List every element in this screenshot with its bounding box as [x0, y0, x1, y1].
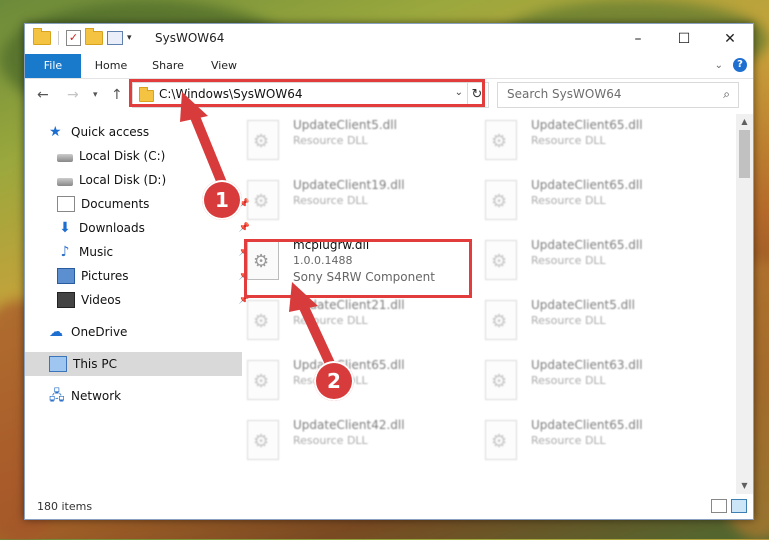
minimize-button[interactable]: – — [615, 24, 661, 54]
ribbon-tabs: File Home Share View ⌄ ? — [25, 54, 753, 79]
close-button[interactable]: ✕ — [707, 24, 753, 54]
scroll-thumb[interactable] — [739, 130, 750, 178]
dll-file-icon: ⚙ — [485, 240, 517, 280]
list-item[interactable]: ⚙ UpdateClient21.dll Resource DLL — [221, 294, 451, 350]
new-folder-icon[interactable] — [85, 28, 103, 45]
music-icon: ♪ — [60, 244, 70, 260]
address-row: ← → ▾ ↑ C:\Windows\SysWOW64 ⌄ ↻ Search S… — [25, 79, 753, 113]
window-title: SysWOW64 — [155, 31, 225, 45]
chevron-down-icon[interactable]: ▾ — [127, 33, 132, 43]
title-bar: ✓ ▾ SysWOW64 – ☐ ✕ — [25, 24, 753, 54]
star-icon: ★ — [49, 124, 62, 140]
dll-file-icon: ⚙ — [247, 360, 279, 400]
list-item[interactable]: ⚙ UpdateClient63.dll Resource DLL — [459, 354, 689, 410]
search-input[interactable]: Search SysWOW64 ⌕ — [497, 82, 739, 108]
sidebar-item-music[interactable]: ♪ Music 📌 — [25, 240, 252, 264]
step-1-badge: 1 — [202, 180, 242, 220]
annotation-file-highlight — [244, 239, 472, 298]
dll-file-icon: ⚙ — [247, 120, 279, 160]
large-icons-view-icon[interactable] — [731, 499, 747, 513]
disk-icon — [57, 177, 73, 186]
scroll-down-icon[interactable]: ▼ — [736, 478, 753, 494]
item-count: 180 items — [37, 500, 93, 513]
properties-check-icon[interactable]: ✓ — [66, 30, 81, 46]
details-view-icon[interactable] — [711, 499, 727, 513]
navigation-pane: ★ Quick access Local Disk (C:) Local Dis… — [25, 114, 250, 494]
maximize-button[interactable]: ☐ — [661, 24, 707, 54]
status-bar: 180 items — [25, 495, 753, 519]
tab-file[interactable]: File — [25, 54, 81, 78]
search-icon: ⌕ — [723, 87, 730, 101]
list-item[interactable]: ⚙ UpdateClient65.dll Resource DLL — [459, 414, 689, 470]
dll-file-icon: ⚙ — [485, 120, 517, 160]
file-list: ⚙ UpdateClient5.dll Resource DLL ⚙ Updat… — [221, 114, 735, 494]
customize-icon[interactable] — [107, 31, 123, 45]
help-icon[interactable]: ? — [733, 58, 747, 72]
quick-access-toolbar: ✓ ▾ — [33, 28, 132, 46]
folder-icon[interactable] — [33, 28, 51, 45]
sidebar-item-quick-access[interactable]: ★ Quick access — [25, 120, 244, 144]
documents-icon — [57, 196, 75, 212]
dll-file-icon: ⚙ — [247, 300, 279, 340]
step-2-badge: 2 — [314, 361, 354, 401]
sidebar-item-local-disk-c[interactable]: Local Disk (C:) — [25, 144, 252, 168]
dll-file-icon: ⚙ — [485, 300, 517, 340]
scroll-up-icon[interactable]: ▲ — [736, 114, 753, 130]
tab-share[interactable]: Share — [141, 54, 195, 78]
cloud-icon: ☁ — [49, 324, 63, 340]
list-item[interactable]: ⚙ UpdateClient19.dll Resource DLL — [221, 174, 451, 230]
downloads-icon: ⬇ — [59, 220, 71, 236]
pc-icon — [49, 356, 67, 372]
recent-locations-chevron-icon[interactable]: ▾ — [93, 90, 98, 100]
list-item[interactable]: ⚙ UpdateClient42.dll Resource DLL — [221, 414, 451, 470]
dll-file-icon: ⚙ — [485, 420, 517, 460]
forward-arrow-icon[interactable]: → — [67, 87, 79, 103]
dll-file-icon: ⚙ — [485, 180, 517, 220]
pictures-icon — [57, 268, 75, 284]
sidebar-item-network[interactable]: 🖧 Network — [25, 384, 244, 408]
sidebar-item-videos[interactable]: Videos 📌 — [25, 288, 252, 312]
videos-icon — [57, 292, 75, 308]
list-item[interactable]: ⚙ UpdateClient65.dll Resource DLL — [459, 174, 689, 230]
up-arrow-icon[interactable]: ↑ — [111, 87, 123, 103]
disk-icon — [57, 153, 73, 162]
annotation-address-highlight — [129, 79, 485, 107]
vertical-scrollbar[interactable]: ▲ ▼ — [736, 114, 753, 494]
network-icon: 🖧 — [49, 388, 65, 404]
search-placeholder: Search SysWOW64 — [507, 87, 622, 101]
list-item[interactable]: ⚙ UpdateClient65.dll Resource DLL — [459, 234, 689, 290]
tab-view[interactable]: View — [197, 54, 251, 78]
sidebar-item-this-pc[interactable]: This PC — [25, 352, 242, 376]
sidebar-item-onedrive[interactable]: ☁ OneDrive — [25, 320, 244, 344]
list-item[interactable]: ⚙ UpdateClient65.dll Resource DLL — [459, 114, 689, 170]
dll-file-icon: ⚙ — [247, 180, 279, 220]
back-arrow-icon[interactable]: ← — [37, 87, 49, 103]
list-item[interactable]: ⚙ UpdateClient5.dll Resource DLL — [221, 114, 451, 170]
expand-ribbon-icon[interactable]: ⌄ — [715, 60, 723, 71]
explorer-window: ✓ ▾ SysWOW64 – ☐ ✕ File Home Share View … — [24, 23, 754, 520]
sidebar-item-pictures[interactable]: Pictures 📌 — [25, 264, 252, 288]
dll-file-icon: ⚙ — [485, 360, 517, 400]
dll-file-icon: ⚙ — [247, 420, 279, 460]
tab-home[interactable]: Home — [83, 54, 139, 78]
list-item[interactable]: ⚙ UpdateClient5.dll Resource DLL — [459, 294, 689, 350]
